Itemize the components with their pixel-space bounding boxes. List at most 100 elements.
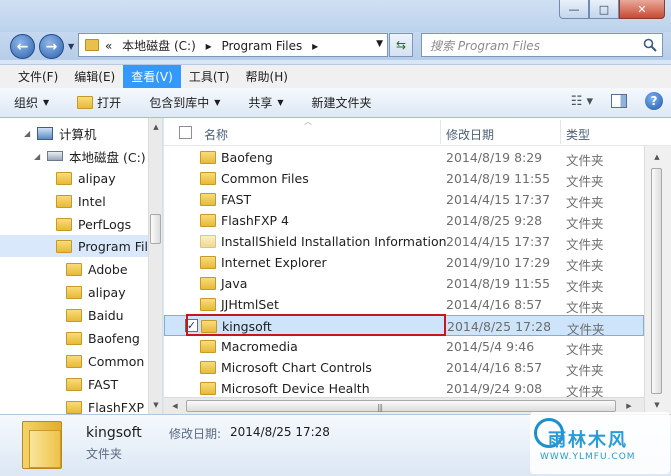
column-header: ︿ 名称 修改日期 类型 — [164, 118, 671, 146]
file-date: 2014/4/16 8:57 — [446, 297, 543, 312]
column-name[interactable]: 名称 — [204, 126, 228, 143]
tree-item-baofeng[interactable]: Baofeng — [66, 327, 140, 349]
computer-icon — [37, 126, 53, 140]
kingsoft-highlight-box — [186, 314, 446, 336]
tree-item-common-files[interactable]: Common I — [66, 350, 152, 372]
address-bar[interactable]: « 本地磁盘 (C:) ▸ Program Files ▸ ▼ — [78, 33, 388, 57]
tree-item-perflogs[interactable]: PerfLogs — [56, 213, 131, 235]
file-type: 文件夹 — [566, 216, 604, 231]
select-all-checkbox[interactable] — [179, 126, 192, 139]
tree-label: Common I — [88, 353, 152, 369]
search-input[interactable]: 搜索 Program Files — [421, 33, 663, 57]
menu-help[interactable]: 帮助(H) — [238, 65, 296, 88]
details-type: 文件夹 — [86, 447, 123, 461]
tree-item-program-files[interactable]: Program Files — [0, 235, 162, 257]
address-overflow[interactable]: « — [105, 39, 112, 53]
column-type[interactable]: 类型 — [566, 126, 590, 143]
tree-item-flashfxp[interactable]: FlashFXP 4 — [66, 396, 156, 414]
scroll-right-icon[interactable]: ▶ — [622, 399, 636, 413]
tree-item-computer[interactable]: ◢ 计算机 — [24, 122, 97, 144]
views-icon[interactable]: ☷ ▾ — [571, 94, 593, 109]
refresh-button[interactable]: ⇆ — [389, 33, 413, 57]
tree-label: Baidu — [88, 307, 124, 323]
preview-pane-icon[interactable] — [611, 94, 627, 108]
file-type: 文件夹 — [566, 363, 604, 378]
tree-label: 计算机 — [59, 126, 97, 142]
breadcrumb-separator[interactable]: ▸ — [312, 39, 318, 53]
file-type: 文件夹 — [566, 174, 604, 189]
folder-icon — [66, 377, 82, 391]
tree-item-alipay[interactable]: alipay — [56, 167, 116, 189]
share-button[interactable]: 共享 ▼ — [248, 94, 283, 111]
maximize-button[interactable]: □ — [589, 0, 619, 19]
folder-icon — [66, 285, 82, 299]
menu-file[interactable]: 文件(F) — [10, 65, 66, 88]
tree-item-fast[interactable]: FAST — [66, 373, 118, 395]
file-name: FAST — [221, 192, 252, 207]
recent-pages-dropdown[interactable]: ▼ — [68, 42, 74, 51]
scroll-down-icon[interactable]: ▼ — [149, 398, 162, 412]
file-list-scrollbar-thumb[interactable] — [651, 168, 662, 394]
menu-tools[interactable]: 工具(T) — [181, 65, 238, 88]
folder-icon — [66, 354, 82, 368]
file-date: 2014/9/10 17:29 — [446, 255, 551, 270]
address-dropdown-icon[interactable]: ▼ — [376, 39, 383, 49]
menu-view[interactable]: 查看(V) — [123, 65, 181, 88]
tree-item-baidu[interactable]: Baidu — [66, 304, 124, 326]
watermark-url: WWW.YLMFU.COM — [540, 452, 636, 462]
expand-arrow-icon[interactable]: ◢ — [24, 129, 34, 138]
horizontal-scrollbar-thumb[interactable]: ||| — [186, 400, 616, 412]
close-button[interactable]: ✕ — [619, 0, 665, 19]
tree-item-drive-c[interactable]: ◢ 本地磁盘 (C:) — [34, 145, 146, 167]
scroll-left-icon[interactable]: ◀ — [168, 399, 182, 413]
scroll-up-icon[interactable]: ▲ — [650, 150, 664, 164]
menu-bar: 文件(F) 编辑(E) 查看(V) 工具(T) 帮助(H) — [0, 64, 671, 88]
forward-button[interactable]: → — [39, 34, 64, 59]
open-button[interactable]: 打开 — [77, 94, 121, 111]
column-date[interactable]: 修改日期 — [446, 126, 494, 143]
breadcrumb-separator[interactable]: ▸ — [206, 39, 212, 53]
file-list-scrollbar[interactable]: ▲ ▼ — [644, 146, 671, 414]
tree-item-intel[interactable]: Intel — [56, 190, 106, 212]
navigation-scrollbar[interactable]: ▲ ▼ — [148, 118, 162, 414]
column-divider[interactable] — [440, 120, 441, 144]
help-icon[interactable]: ? — [645, 92, 663, 110]
file-type: 文件夹 — [566, 258, 604, 273]
tree-item-alipay-sub[interactable]: alipay — [66, 281, 126, 303]
file-date: 2014/4/16 8:57 — [446, 360, 543, 375]
file-row[interactable]: FAST 2014/4/15 17:37 文件夹 — [164, 189, 644, 210]
address-path[interactable]: « 本地磁盘 (C:) ▸ Program Files ▸ — [105, 37, 324, 54]
search-icon[interactable] — [643, 38, 657, 52]
include-in-library-button[interactable]: 包含到库中 ▼ — [149, 94, 220, 111]
menu-edit[interactable]: 编辑(E) — [66, 65, 123, 88]
back-button[interactable]: ← — [10, 34, 35, 59]
file-row[interactable]: FlashFXP 4 2014/8/25 9:28 文件夹 — [164, 210, 644, 231]
file-row[interactable]: Microsoft Device Health 2014/9/24 9:08 文件夹 — [164, 378, 644, 399]
minimize-button[interactable]: — — [559, 0, 589, 19]
file-row[interactable]: Common Files 2014/8/19 11:55 文件夹 — [164, 168, 644, 189]
organize-button[interactable]: 组织 ▼ — [14, 94, 49, 111]
file-row[interactable]: Baofeng 2014/8/19 8:29 文件夹 — [164, 147, 644, 168]
file-type: 文件夹 — [566, 342, 604, 357]
tree-item-adobe[interactable]: Adobe — [66, 258, 128, 280]
folder-icon — [66, 262, 82, 276]
file-row[interactable]: InstallShield Installation Information 20… — [164, 231, 644, 252]
scroll-up-icon[interactable]: ▲ — [149, 120, 162, 134]
folder-icon — [66, 331, 82, 345]
file-row[interactable]: JJHtmlSet 2014/4/16 8:57 文件夹 — [164, 294, 644, 315]
breadcrumb-program-files[interactable]: Program Files — [221, 39, 302, 53]
expand-arrow-icon[interactable]: ◢ — [34, 152, 44, 161]
file-row[interactable]: Macromedia 2014/5/4 9:46 文件夹 — [164, 336, 644, 357]
file-row[interactable]: Internet Explorer 2014/9/10 17:29 文件夹 — [164, 252, 644, 273]
breadcrumb-drive[interactable]: 本地磁盘 (C:) — [122, 39, 196, 53]
scroll-down-icon[interactable]: ▼ — [650, 398, 664, 412]
folder-icon — [200, 235, 216, 248]
tree-label: Intel — [78, 193, 106, 209]
file-row[interactable]: Java 2014/8/19 11:55 文件夹 — [164, 273, 644, 294]
forward-arrow-icon: → — [45, 38, 58, 55]
folder-icon — [85, 39, 99, 51]
navigation-scrollbar-thumb[interactable] — [150, 214, 161, 244]
new-folder-button[interactable]: 新建文件夹 — [312, 94, 372, 111]
column-divider[interactable] — [560, 120, 561, 144]
file-row[interactable]: Microsoft Chart Controls 2014/4/16 8:57 文件… — [164, 357, 644, 378]
